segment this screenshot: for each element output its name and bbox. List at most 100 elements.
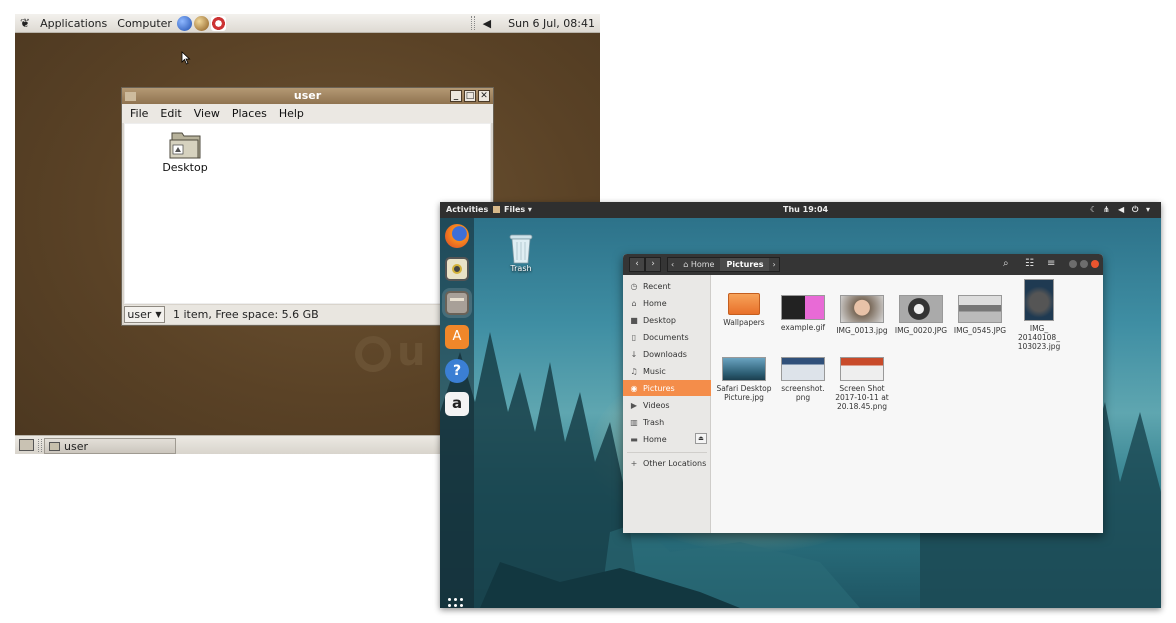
sidebar-item-pictures[interactable]: ◉ Pictures: [623, 380, 711, 396]
video-icon: ▶: [630, 400, 638, 410]
file-item[interactable]: IMG_0545.JPG: [951, 295, 1009, 335]
image-thumbnail: [899, 295, 943, 323]
close-icon[interactable]: [1091, 260, 1099, 268]
file-item[interactable]: Safari Desktop Picture.jpg: [715, 357, 773, 402]
menu-view[interactable]: View: [194, 107, 220, 120]
gnome-top-bar: Activities Files ▾ Thu 19:04 ☾ ⋔ ◀ ⏻ ▾: [440, 202, 1161, 218]
show-applications-icon[interactable]: [448, 598, 466, 608]
volume-icon[interactable]: ◀: [483, 17, 491, 30]
dash: A ? a: [440, 218, 474, 608]
eject-icon[interactable]: ⏏: [695, 433, 707, 444]
panel-handle: [38, 439, 42, 452]
image-thumbnail: [722, 357, 766, 381]
sidebar-item-label: Downloads: [643, 349, 687, 359]
view-options-icon[interactable]: ☷: [1025, 258, 1034, 269]
file-item[interactable]: IMG_0020.JPG: [892, 295, 950, 335]
search-icon[interactable]: ⌕: [1003, 258, 1009, 269]
volume-icon[interactable]: ◀: [1118, 205, 1124, 214]
sidebar-item-label: Pictures: [643, 383, 675, 393]
minimize-icon[interactable]: [1069, 260, 1077, 268]
file-label: Wallpapers: [723, 318, 765, 327]
old-top-panel: ❦ Applications Computer ◀ Sun 6 Jul, 08:…: [15, 14, 600, 33]
firefox-icon[interactable]: [445, 224, 469, 248]
sidebar-item-documents[interactable]: ▯ Documents: [623, 329, 711, 345]
clock[interactable]: Sun 6 Jul, 08:41: [503, 17, 600, 30]
chevron-down-icon[interactable]: ▾: [1146, 205, 1150, 214]
sidebar-item-other-locations[interactable]: + Other Locations: [623, 455, 711, 471]
file-item[interactable]: IMG_ 20140108_ 103023.jpg: [1010, 279, 1068, 351]
trash-icon[interactable]: [508, 232, 534, 264]
rhythmbox-icon[interactable]: [445, 257, 469, 281]
sidebar-item-recent[interactable]: ◷ Recent: [623, 278, 711, 294]
clock[interactable]: Thu 19:04: [783, 205, 828, 214]
folder-icon: [728, 293, 760, 315]
sidebar-item-label: Trash: [643, 417, 665, 427]
home-icon: ⌂: [683, 260, 691, 269]
desktop-folder-item[interactable]: Desktop: [155, 130, 215, 174]
file-item[interactable]: Screen Shot 2017-10-11 at 20.18.45.png: [833, 357, 891, 411]
menu-edit[interactable]: Edit: [160, 107, 181, 120]
menubar: File Edit View Places Help: [122, 104, 493, 123]
maximize-icon[interactable]: [1080, 260, 1088, 268]
folder-item[interactable]: Wallpapers: [715, 293, 773, 327]
window-titlebar[interactable]: user _ □ ✕: [122, 88, 493, 104]
help-icon[interactable]: ?: [445, 359, 469, 383]
power-icon[interactable]: ⏻: [1132, 205, 1138, 215]
help-lifebuoy-icon[interactable]: [210, 15, 226, 31]
sidebar-item-music[interactable]: ♫ Music: [623, 363, 711, 379]
menu-icon[interactable]: ≡: [1047, 258, 1055, 269]
files-headerbar[interactable]: ‹ › ‹ ⌂ Home Pictures › ⌕ ☷ ≡: [623, 254, 1103, 275]
image-thumbnail: [840, 295, 884, 323]
sidebar-item-downloads[interactable]: ↓ Downloads: [623, 346, 711, 362]
menu-places[interactable]: Places: [232, 107, 267, 120]
sidebar-item-label: Other Locations: [643, 458, 707, 468]
app-menu[interactable]: Files ▾: [504, 205, 532, 214]
forward-button[interactable]: ›: [645, 257, 661, 272]
menu-help[interactable]: Help: [279, 107, 304, 120]
network-icon[interactable]: ⋔: [1103, 205, 1110, 214]
folder-icon: ■: [630, 315, 638, 325]
file-view: Desktop: [124, 123, 491, 304]
night-light-icon[interactable]: ☾: [1090, 205, 1097, 214]
files-app-icon: [493, 206, 500, 213]
gnome-foot-icon[interactable]: ❦: [15, 16, 35, 30]
sidebar-item-videos[interactable]: ▶ Videos: [623, 397, 711, 413]
breadcrumb-pictures[interactable]: Pictures: [720, 258, 770, 271]
show-desktop-icon[interactable]: [19, 439, 34, 451]
drive-icon: ▬: [630, 434, 638, 444]
activities-button[interactable]: Activities: [446, 205, 488, 214]
files-icon[interactable]: [445, 291, 469, 315]
back-button[interactable]: ‹: [629, 257, 645, 272]
file-label: example.gif: [780, 323, 826, 332]
applications-menu[interactable]: Applications: [35, 17, 112, 30]
menu-file[interactable]: File: [130, 107, 148, 120]
browser-launcher-icon[interactable]: [176, 15, 192, 31]
email-launcher-icon[interactable]: [193, 15, 209, 31]
maximize-icon[interactable]: □: [464, 90, 476, 102]
minimize-icon[interactable]: _: [450, 90, 462, 102]
software-center-icon[interactable]: A: [445, 325, 469, 349]
sidebar-item-desktop[interactable]: ■ Desktop: [623, 312, 711, 328]
chevron-down-icon: ▼: [155, 310, 162, 319]
clock-icon: ◷: [630, 281, 638, 291]
breadcrumb-right-arrow[interactable]: ›: [769, 258, 778, 271]
sidebar-item-trash[interactable]: ▥ Trash: [623, 414, 711, 430]
document-icon: ▯: [631, 332, 637, 342]
sidebar-item-home[interactable]: ⌂ Home: [623, 295, 711, 311]
file-item[interactable]: IMG_0013.jpg: [833, 295, 891, 335]
amazon-icon[interactable]: a: [445, 392, 469, 416]
close-icon[interactable]: ✕: [478, 90, 490, 102]
mouse-pointer-icon: [181, 51, 191, 65]
sidebar-item-label: Recent: [643, 281, 671, 291]
sidebar-item-label: Home: [643, 298, 667, 308]
breadcrumb-home[interactable]: ⌂ Home: [677, 258, 720, 271]
breadcrumb-left-arrow[interactable]: ‹: [668, 258, 677, 271]
location-combo[interactable]: user ▼: [124, 306, 165, 323]
computer-menu[interactable]: Computer: [112, 17, 177, 30]
file-item[interactable]: screenshot. png: [774, 357, 832, 402]
taskbar-item-user[interactable]: user: [44, 438, 176, 454]
file-item[interactable]: example.gif: [774, 295, 832, 332]
file-label: IMG_ 20140108_ 103023.jpg: [1017, 324, 1061, 351]
download-icon: ↓: [630, 349, 638, 359]
trash-label[interactable]: Trash: [495, 264, 547, 273]
